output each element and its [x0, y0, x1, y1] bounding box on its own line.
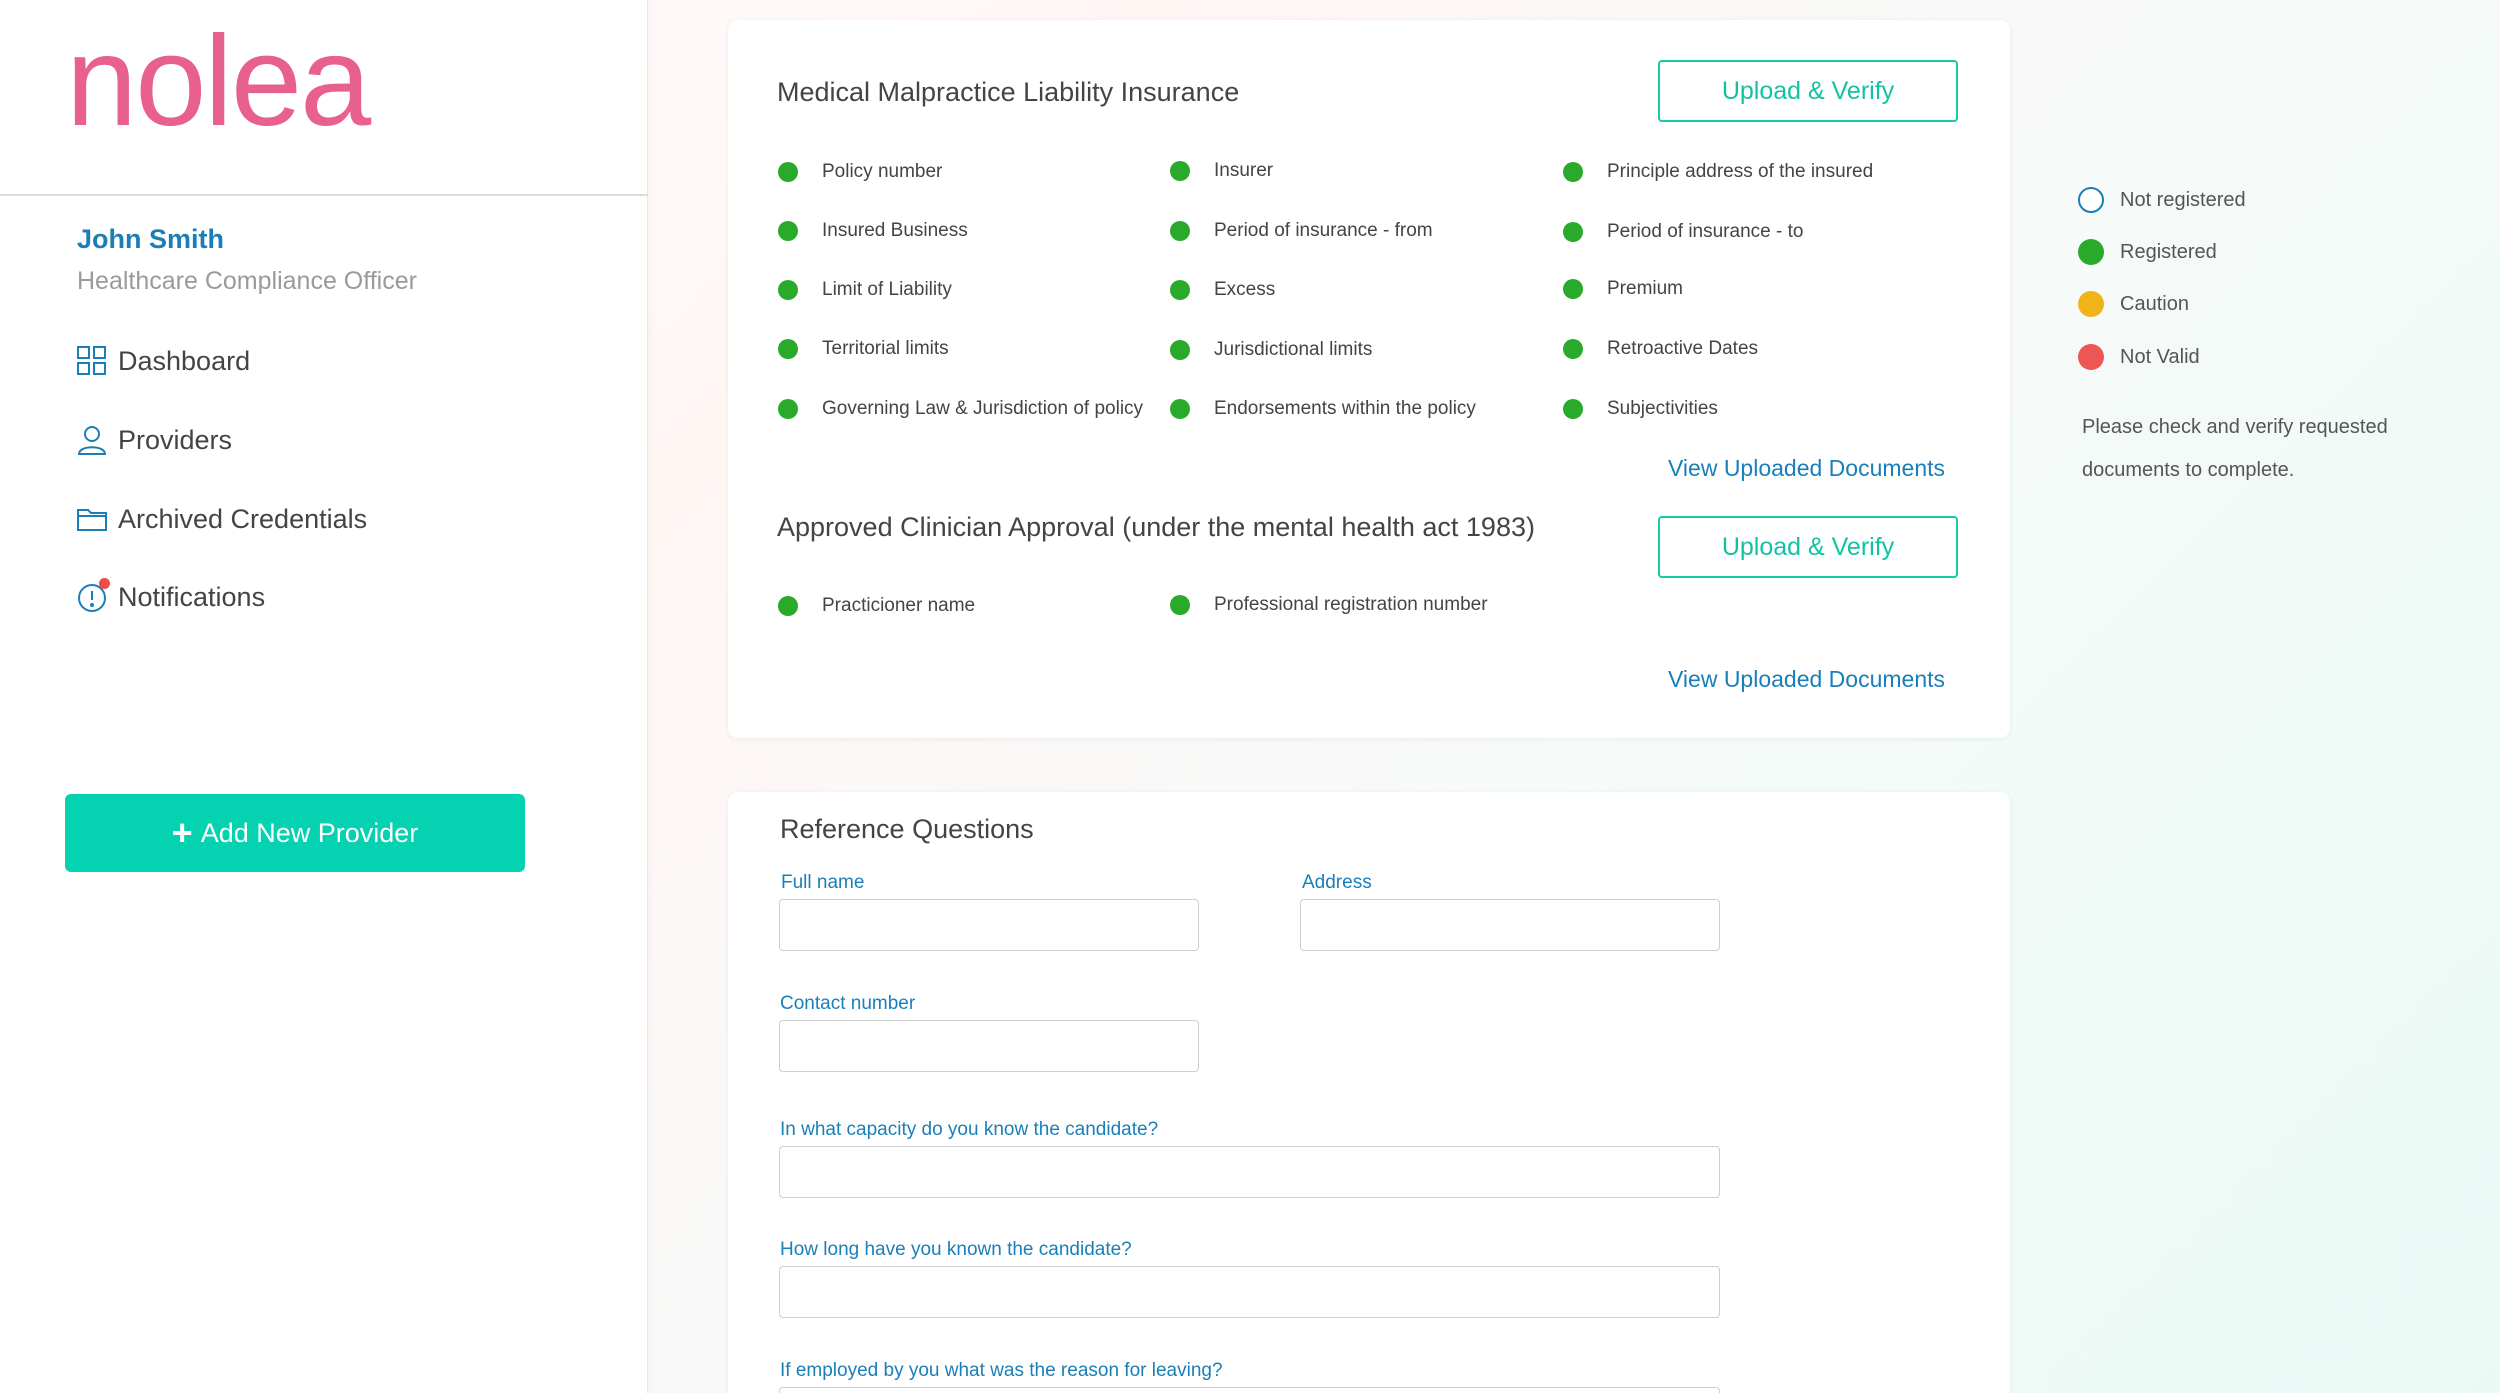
status-dot: [1563, 339, 1583, 359]
add-provider-label: Add New Provider: [200, 817, 419, 848]
nav-label: Dashboard: [118, 345, 251, 376]
capacity-input[interactable]: [779, 1146, 1720, 1198]
check-item: Retroactive Dates: [1563, 338, 1758, 360]
status-dot: [1563, 162, 1583, 182]
check-item: Professional registration number: [1170, 594, 1488, 616]
sidebar-divider: [0, 194, 648, 196]
notification-badge: [99, 578, 110, 589]
malpractice-title: Medical Malpractice Liability Insurance: [777, 77, 1240, 107]
nav-label: Notifications: [118, 581, 266, 612]
status-dot: [778, 596, 798, 616]
legend-caution: Caution: [2078, 291, 2189, 317]
red-dot-icon: [2078, 344, 2104, 370]
status-dot: [778, 280, 798, 300]
nav-label: Providers: [118, 424, 233, 455]
reference-questions-card: Reference Questions Full name Address Co…: [728, 792, 2010, 1393]
status-dot: [1563, 222, 1583, 242]
how-long-input[interactable]: [779, 1266, 1720, 1318]
legend-note: Please check and verify requested docume…: [2082, 416, 2388, 481]
nolea-logo[interactable]: nolea: [66, 18, 371, 146]
status-dot: [778, 339, 798, 359]
status-dot: [1563, 279, 1583, 299]
yellow-dot-icon: [2078, 291, 2104, 317]
plus-icon: +: [171, 812, 193, 853]
user-icon: [76, 424, 108, 456]
sidebar: nolea John Smith Healthcare Compliance O…: [0, 0, 648, 1393]
legend-not-registered: Not registered: [2078, 187, 2246, 213]
full-name-input[interactable]: [779, 899, 1199, 951]
clinician-upload-button[interactable]: Upload & Verify: [1658, 516, 1958, 578]
nav-item-archived-credentials[interactable]: Archived Credentials: [76, 499, 367, 539]
check-item: Practicioner name: [778, 595, 975, 617]
check-item: Principle address of the insured: [1563, 161, 1873, 183]
status-dot: [778, 162, 798, 182]
check-item: Premium: [1563, 278, 1683, 300]
status-dot: [1170, 280, 1190, 300]
status-dot: [778, 221, 798, 241]
status-dot: [1170, 340, 1190, 360]
alert-icon: [76, 578, 110, 613]
check-item: Subjectivities: [1563, 398, 1718, 420]
check-item: Insurer: [1170, 160, 1273, 182]
reference-title: Reference Questions: [780, 814, 1034, 844]
reason-leaving-label: If employed by you what was the reason f…: [780, 1360, 1223, 1381]
clinician-view-documents-link[interactable]: View Uploaded Documents: [1668, 666, 1945, 693]
check-item: Period of insurance - to: [1563, 221, 1803, 243]
malpractice-view-documents-link[interactable]: View Uploaded Documents: [1668, 455, 1945, 482]
check-item: Excess: [1170, 279, 1275, 301]
reason-leaving-input[interactable]: [779, 1387, 1720, 1393]
how-long-label: How long have you known the candidate?: [780, 1239, 1132, 1260]
user-role: Healthcare Compliance Officer: [77, 267, 417, 295]
nav-item-providers[interactable]: Providers: [76, 420, 232, 460]
status-dot: [778, 399, 798, 419]
nav-item-dashboard[interactable]: Dashboard: [76, 341, 250, 381]
full-name-label: Full name: [781, 872, 865, 893]
status-dot: [1170, 221, 1190, 241]
user-name: John Smith: [77, 224, 224, 254]
status-dot: [1563, 399, 1583, 419]
contact-number-label: Contact number: [780, 993, 916, 1014]
check-item: Policy number: [778, 161, 942, 183]
green-dot-icon: [2078, 239, 2104, 265]
status-dot: [1170, 595, 1190, 615]
status-dot: [1170, 161, 1190, 181]
check-item: Insured Business: [778, 220, 968, 242]
address-label: Address: [1302, 872, 1372, 893]
add-new-provider-button[interactable]: + Add New Provider: [65, 794, 525, 872]
check-item: Endorsements within the policy: [1170, 398, 1476, 420]
contact-number-input[interactable]: [779, 1020, 1199, 1072]
check-item: Period of insurance - from: [1170, 220, 1433, 242]
malpractice-upload-button[interactable]: Upload & Verify: [1658, 60, 1958, 122]
check-item: Jurisdictional limits: [1170, 339, 1372, 361]
legend-registered: Registered: [2078, 239, 2217, 265]
nav-item-notifications[interactable]: Notifications: [76, 577, 265, 617]
check-item: Territorial limits: [778, 338, 949, 360]
empty-circle-icon: [2078, 187, 2104, 213]
folder-icon: [76, 503, 108, 535]
nav-label: Archived Credentials: [118, 503, 368, 534]
address-input[interactable]: [1300, 899, 1720, 951]
credentials-card: Medical Malpractice Liability Insurance …: [728, 20, 2010, 738]
clinician-title: Approved Clinician Approval (under the m…: [777, 512, 1535, 542]
check-item: Governing Law & Jurisdiction of policy: [778, 398, 1143, 420]
legend-not-valid: Not Valid: [2078, 344, 2200, 370]
status-dot: [1170, 399, 1190, 419]
check-item: Limit of Liability: [778, 279, 952, 301]
capacity-label: In what capacity do you know the candida…: [780, 1119, 1159, 1140]
grid-icon: [76, 345, 108, 377]
